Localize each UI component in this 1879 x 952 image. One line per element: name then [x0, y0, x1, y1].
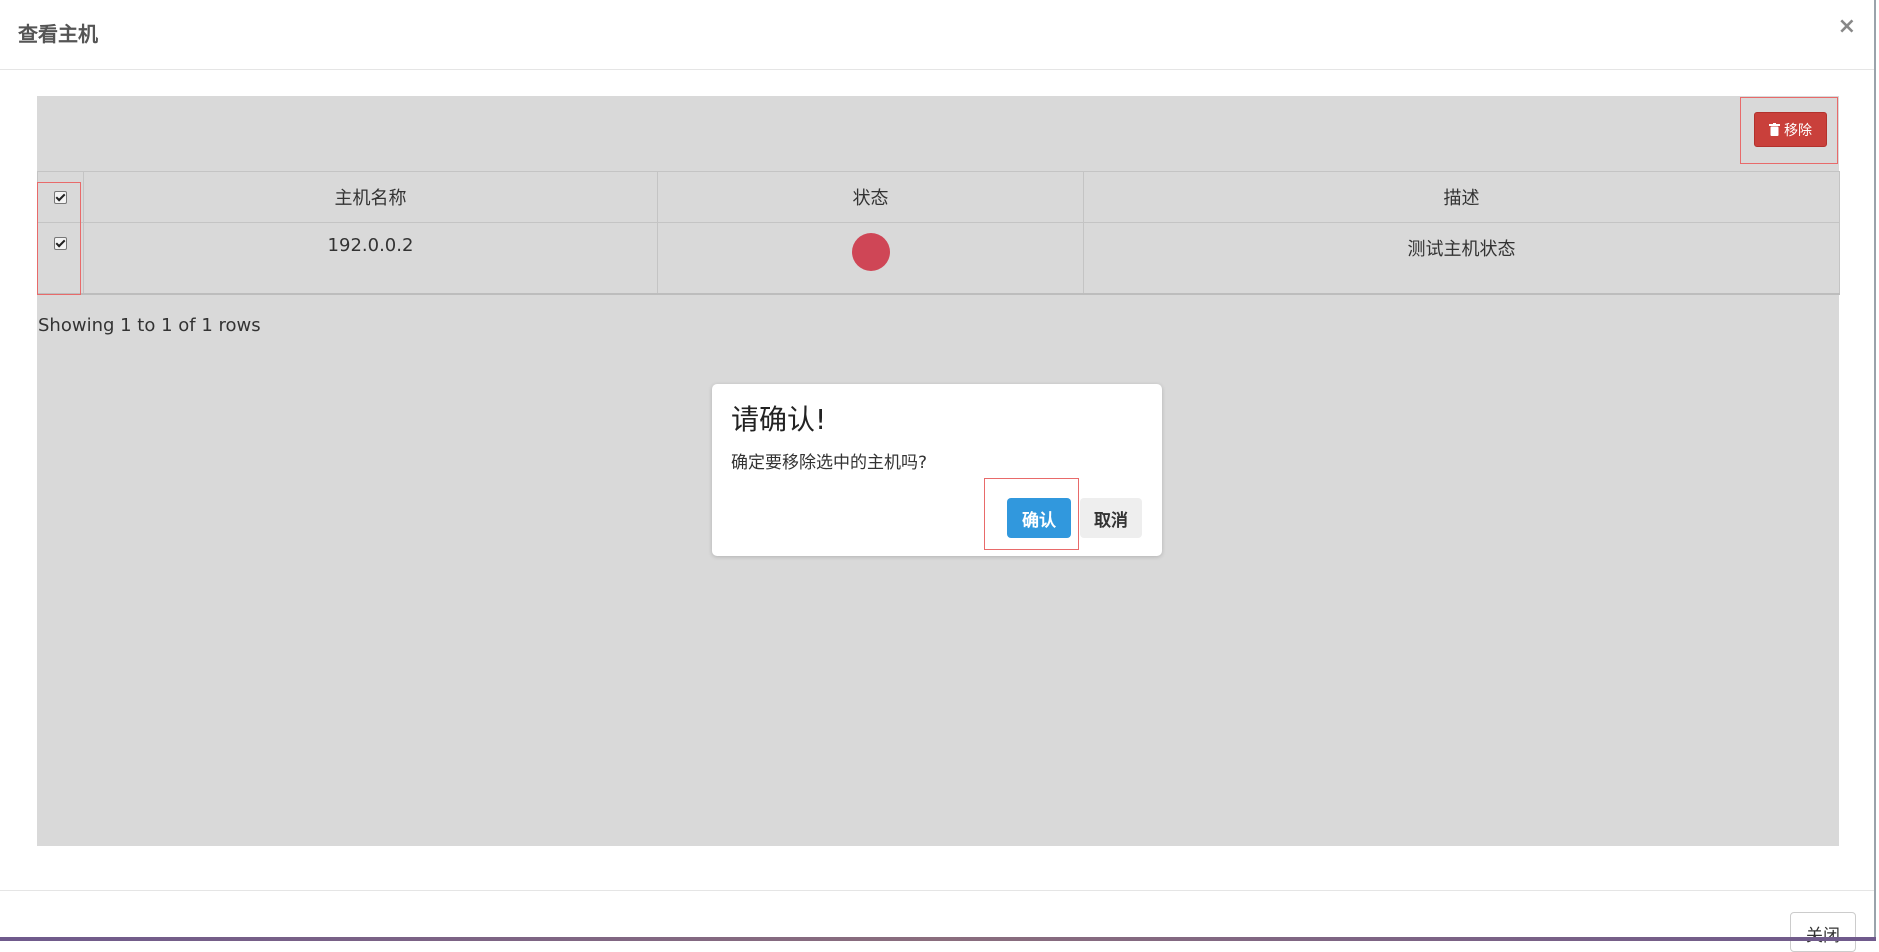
cancel-button[interactable]: 取消: [1080, 498, 1142, 538]
status-indicator: [851, 233, 890, 271]
column-header-host-name[interactable]: 主机名称: [83, 171, 658, 223]
host-name: 192.0.0.2: [327, 235, 414, 256]
confirm-button[interactable]: 确认: [1007, 498, 1071, 538]
pagination-info: Showing 1 to 1 of 1 rows: [38, 315, 261, 336]
modal-footer-divider: [0, 890, 1874, 891]
select-all-checkbox[interactable]: [54, 191, 67, 204]
description: 测试主机状态: [1407, 239, 1516, 260]
column-header-status[interactable]: 状态: [657, 171, 1084, 223]
row-select-cell: [37, 222, 84, 295]
confirm-dialog-title: 请确认!: [731, 403, 827, 436]
background-strip: [0, 937, 1876, 941]
table-row[interactable]: 192.0.0.2 测试主机状态: [37, 222, 1840, 295]
hosts-table: 主机名称 状态 描述 192.0.0.2 测试主机状态: [37, 171, 1840, 295]
close-icon[interactable]: ×: [1838, 14, 1856, 39]
column-header-description[interactable]: 描述: [1083, 171, 1840, 223]
view-hosts-modal: 查看主机 × 移除 主机名称 状态 描述 192.0.0.2 测试主机状态 Sh…: [0, 0, 1876, 952]
confirm-dialog-message: 确定要移除选中的主机吗?: [731, 453, 928, 473]
remove-button[interactable]: 移除: [1754, 112, 1827, 147]
remove-button-label: 移除: [1784, 122, 1812, 139]
row-checkbox[interactable]: [54, 237, 67, 250]
host-name-cell: 192.0.0.2: [83, 222, 658, 295]
status-cell: [657, 222, 1084, 295]
trash-icon: [1769, 123, 1780, 136]
select-all-cell: [37, 171, 84, 223]
modal-title: 查看主机: [18, 22, 98, 46]
modal-header: 查看主机 ×: [0, 0, 1874, 70]
table-header-row: 主机名称 状态 描述: [37, 171, 1840, 223]
close-button[interactable]: 关闭: [1790, 912, 1856, 952]
description-cell: 测试主机状态: [1083, 222, 1840, 295]
